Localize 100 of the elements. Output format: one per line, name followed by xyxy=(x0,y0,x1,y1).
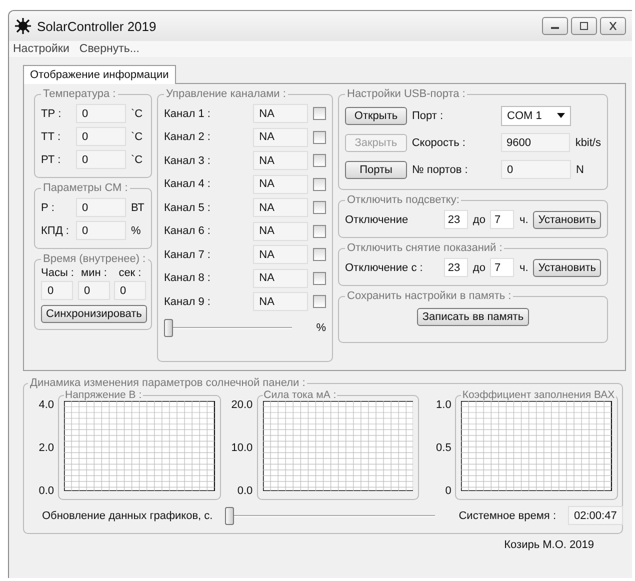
slider-thumb[interactable] xyxy=(164,318,173,336)
unit-label: ч. xyxy=(519,214,528,226)
checkbox[interactable] xyxy=(313,154,326,168)
button[interactable]: Открыть xyxy=(345,106,407,124)
field-label: Обновление данных графиков, с. xyxy=(42,510,213,522)
menu-item[interactable]: Настройки xyxy=(13,43,70,55)
close-button[interactable] xyxy=(600,17,626,35)
dropdown[interactable]: COM 1 xyxy=(501,106,571,126)
input-field[interactable]: 0 xyxy=(114,281,146,300)
checkbox[interactable] xyxy=(313,272,326,285)
menu-item[interactable]: Свернуть... xyxy=(79,43,140,55)
axis-tick-label: 2.0 xyxy=(38,442,54,454)
unit-label: N xyxy=(576,164,584,176)
input-field[interactable]: 0 xyxy=(76,104,126,123)
input-field[interactable]: 0 xyxy=(501,160,571,179)
field-label: Канал 3 : xyxy=(164,154,212,167)
group-title: Параметры СМ : xyxy=(42,182,129,194)
axis-tick-label: 10.0 xyxy=(231,442,253,454)
input-field[interactable]: NA xyxy=(253,292,308,312)
input-field[interactable]: NA xyxy=(253,222,308,241)
field-label: РТ : xyxy=(41,154,62,166)
unit-label: `C xyxy=(131,130,143,142)
axis-tick-label: 0.0 xyxy=(237,485,253,497)
axis-tick-label: 0.0 xyxy=(38,485,54,497)
field-label: до xyxy=(472,262,486,274)
checkbox[interactable] xyxy=(313,295,326,308)
input-field[interactable]: 0 xyxy=(41,281,74,300)
field-label: Отключение xyxy=(345,214,410,226)
axis-tick-label: 0.5 xyxy=(436,442,452,454)
button[interactable]: Синхронизировать xyxy=(41,305,147,323)
unit-label: % xyxy=(131,224,141,236)
input-field[interactable]: NA xyxy=(253,128,308,147)
input-field[interactable]: 23 xyxy=(444,210,468,229)
input-field[interactable]: 0 xyxy=(76,150,126,169)
field-label: Часы : xyxy=(41,267,74,279)
input-field[interactable]: NA xyxy=(253,174,308,194)
input-field[interactable]: 9600 xyxy=(500,133,570,152)
field-label: сек : xyxy=(118,267,142,279)
sun-icon xyxy=(15,18,31,34)
button[interactable]: Установить xyxy=(533,210,601,228)
checkbox[interactable] xyxy=(313,248,326,262)
field-label: Канал 4 : xyxy=(164,178,212,190)
group-title: Напряжение В : xyxy=(64,389,143,401)
field-label: ТР : xyxy=(41,108,62,120)
field-label: Системное время : xyxy=(458,510,556,522)
minimize-button[interactable] xyxy=(542,17,568,35)
checkbox[interactable] xyxy=(313,201,326,214)
input-field[interactable]: 7 xyxy=(490,258,514,277)
group-title: Время (внутренее) : xyxy=(42,253,147,265)
input-field[interactable]: NA xyxy=(253,151,308,170)
field-label: Канал 7 : xyxy=(164,248,212,261)
button[interactable]: Порты xyxy=(345,160,407,178)
group-title: Коэффициент заполнения ВАХ xyxy=(461,389,616,401)
input-field[interactable]: NA xyxy=(253,245,308,264)
group-title: Настройки USB-порта : xyxy=(346,88,466,100)
input-field[interactable]: 0 xyxy=(78,281,110,300)
field-label: КПД : xyxy=(41,224,70,236)
field-label: до xyxy=(472,214,486,226)
field-label: мин : xyxy=(81,267,107,279)
field-label: ТТ : xyxy=(41,130,62,142)
checkbox[interactable] xyxy=(313,178,326,191)
input-field[interactable]: 02:00:47 xyxy=(568,506,623,525)
input-field[interactable]: 7 xyxy=(490,210,514,229)
tab[interactable]: Отображение информации xyxy=(23,65,176,84)
input-field[interactable]: 23 xyxy=(444,258,468,277)
input-field[interactable]: 0 xyxy=(76,221,126,240)
unit-label: ВТ xyxy=(131,202,144,214)
field-label: Канал 6 : xyxy=(164,225,212,238)
caret-icon xyxy=(557,113,565,118)
field-label: Канал 5 : xyxy=(164,202,212,214)
unit-label: kbit/s xyxy=(575,136,601,148)
checkbox[interactable] xyxy=(313,107,326,120)
input-field[interactable]: 0 xyxy=(76,198,126,217)
input-field[interactable]: NA xyxy=(253,268,308,288)
field-label: Канал 8 : xyxy=(164,272,212,284)
field-label: Канал 2 : xyxy=(164,131,212,144)
axis-tick-label: 1.0 xyxy=(436,399,452,411)
field-label: Скорость : xyxy=(412,136,466,148)
author-label: Козирь М.О. 2019 xyxy=(504,539,594,551)
group-title: Управление каналами : xyxy=(165,88,287,100)
button[interactable]: Записать вв память xyxy=(417,308,529,326)
field-label: Канал 9 : xyxy=(164,296,212,308)
field-label: Отключение с : xyxy=(345,262,424,274)
field-label: Р : xyxy=(41,202,56,214)
axis-tick-label: 20.0 xyxy=(231,399,253,411)
field-label: Канал 1 : xyxy=(164,108,212,120)
unit-label: `C xyxy=(131,154,143,166)
maximize-button[interactable] xyxy=(571,17,597,35)
checkbox[interactable] xyxy=(313,130,326,144)
maximize-icon xyxy=(579,22,589,30)
checkbox[interactable] xyxy=(313,224,326,238)
group-title: Температура : xyxy=(42,88,117,100)
input-field[interactable]: NA xyxy=(253,198,308,218)
input-field[interactable]: 0 xyxy=(76,127,126,146)
group-title: Сохранить настройки в память : xyxy=(346,290,512,302)
close-icon xyxy=(608,22,618,30)
button[interactable]: Установить xyxy=(533,258,601,276)
input-field[interactable]: NA xyxy=(253,104,308,124)
axis-tick-label: 4.0 xyxy=(38,399,54,411)
slider-thumb[interactable] xyxy=(224,506,234,524)
